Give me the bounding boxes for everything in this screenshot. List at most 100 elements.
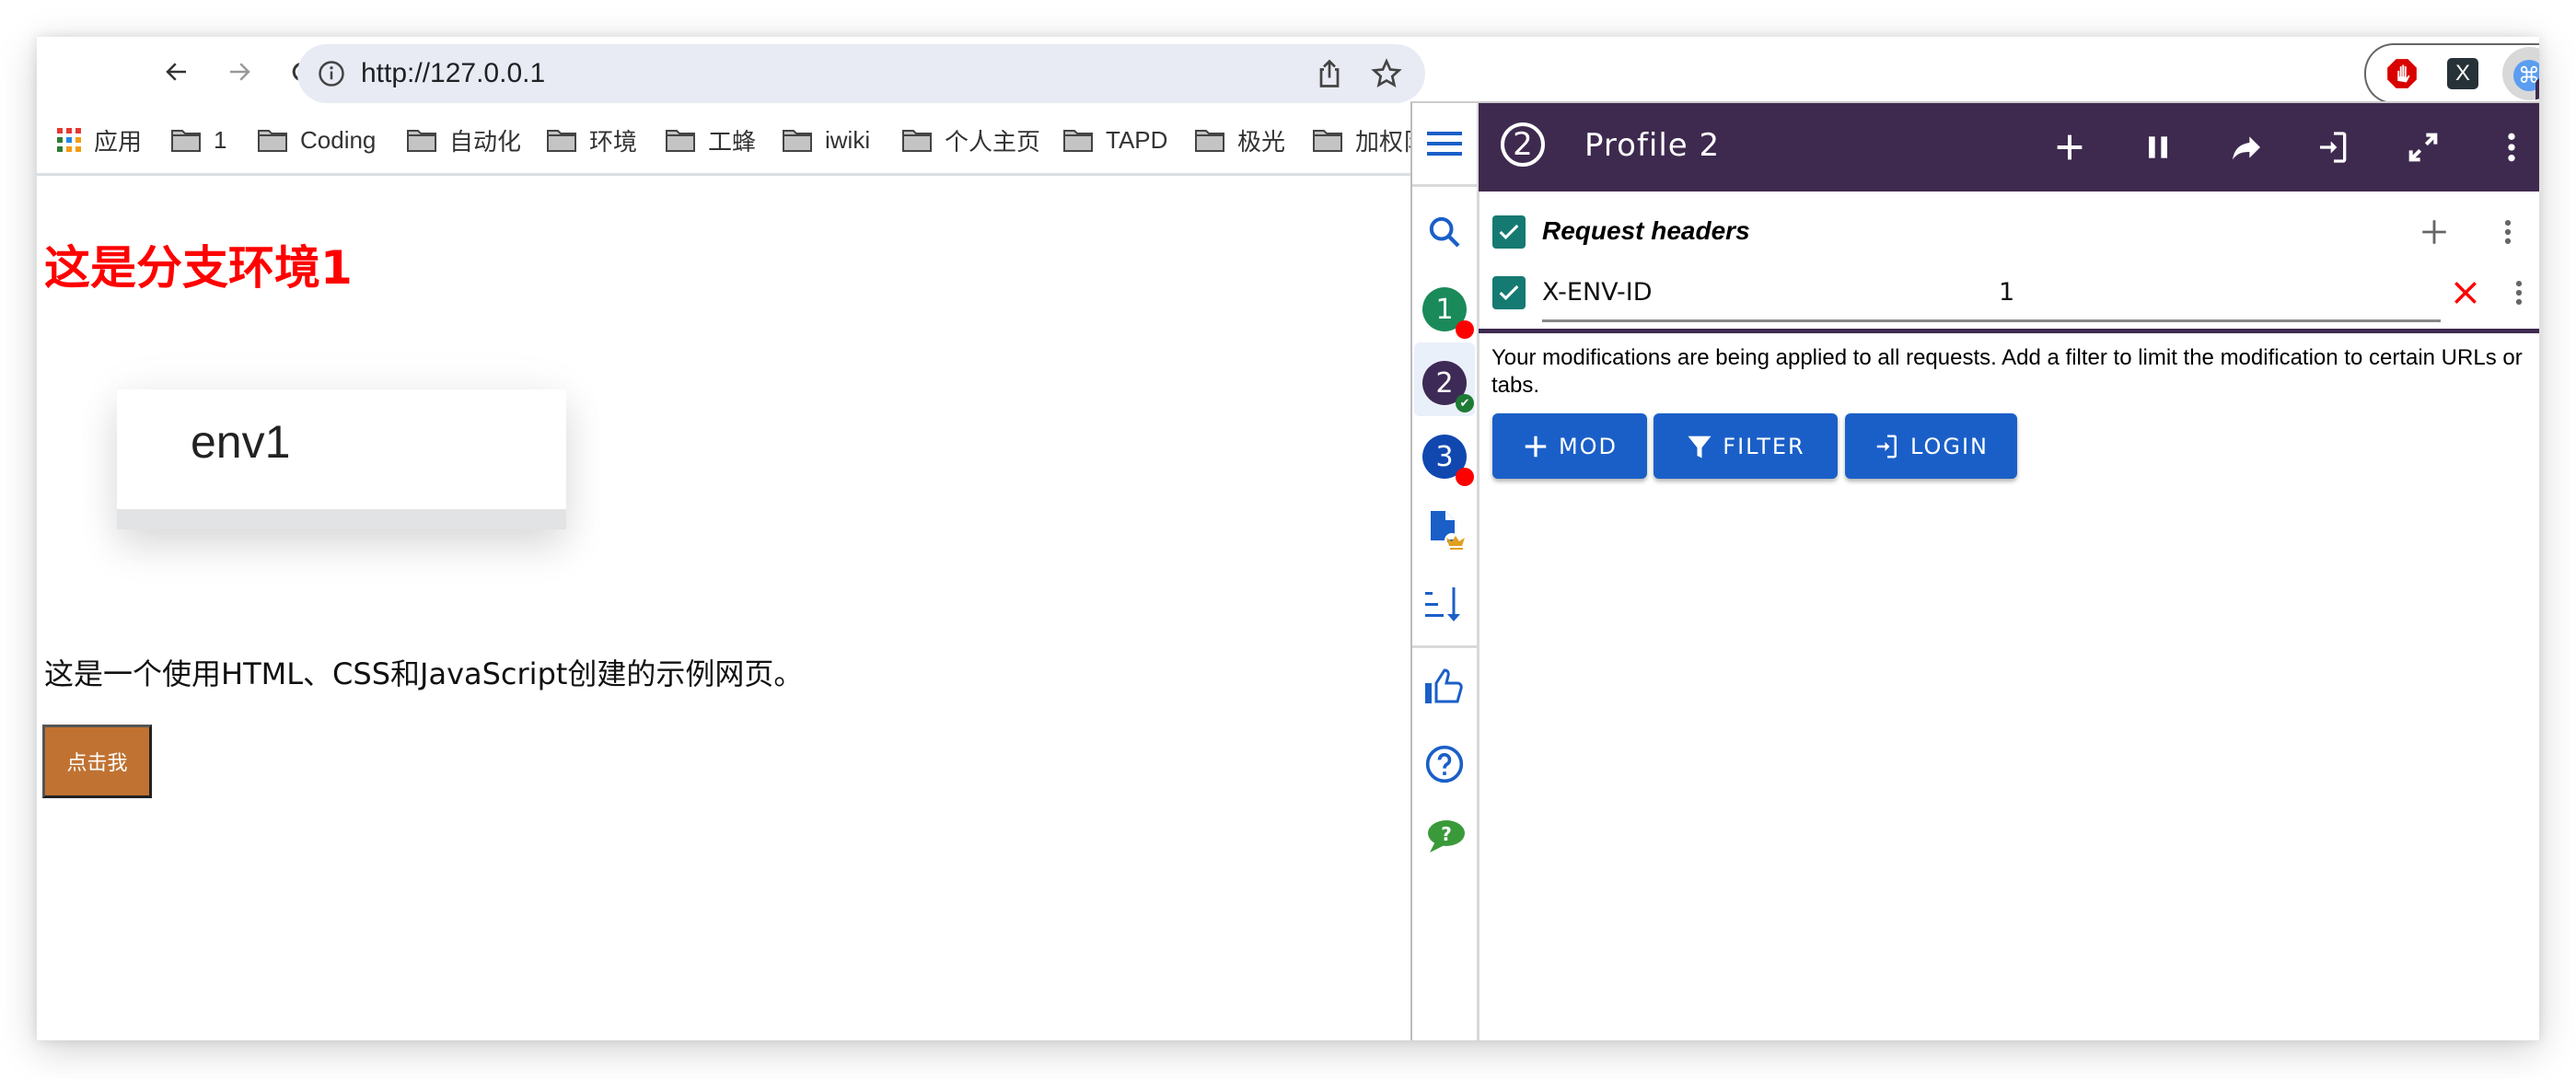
folder-icon: [902, 130, 932, 152]
login-icon: [1876, 435, 1897, 458]
sidebar-profile-1[interactable]: 1: [1412, 284, 1477, 339]
add-modifier-button[interactable]: [2049, 127, 2090, 168]
hamburger-icon: [1427, 132, 1462, 156]
header-value-input[interactable]: 1: [1999, 278, 2014, 307]
address-bar[interactable]: http://127.0.0.1: [297, 44, 1425, 103]
svg-text:?: ?: [1441, 823, 1452, 845]
add-mod-button[interactable]: MOD: [1492, 413, 1647, 479]
profile-title[interactable]: Profile 2: [1584, 127, 1720, 164]
help-button[interactable]: [1412, 738, 1477, 790]
env-card: env1: [117, 389, 566, 529]
feedback-button[interactable]: ?: [1412, 810, 1477, 862]
folder-icon: [258, 130, 287, 152]
share-arrow-icon: [2233, 136, 2260, 160]
folder-icon: [666, 130, 695, 152]
section-menu-button[interactable]: [2489, 214, 2526, 250]
bookmark-folder[interactable]: 个人主页: [902, 123, 1040, 157]
adblock-stop-icon[interactable]: [2385, 56, 2419, 91]
modheader-extension-icon[interactable]: ⌘: [2502, 47, 2539, 100]
add-header-button[interactable]: [2416, 214, 2453, 250]
inactive-status-dot: [1456, 320, 1474, 339]
pause-button[interactable]: [2138, 127, 2178, 168]
info-icon[interactable]: [318, 60, 345, 87]
section-title: Request headers: [1542, 216, 1750, 245]
sort-button[interactable]: [1412, 580, 1477, 632]
bookmark-folder[interactable]: TAPD: [1063, 123, 1167, 157]
filter-notice: Your modifications are being applied to …: [1491, 345, 2523, 398]
bookmark-folder[interactable]: iwiki: [783, 123, 870, 157]
folder-icon: [1063, 130, 1093, 152]
url-text[interactable]: http://127.0.0.1: [361, 56, 545, 91]
thumbs-up-icon: [1425, 668, 1463, 703]
x-extension-icon[interactable]: X: [2447, 58, 2478, 89]
folder-icon: [171, 130, 201, 152]
plus-icon: [1525, 435, 1547, 457]
profile-avatar: 3: [1422, 435, 1474, 486]
sidebar-divider: [1412, 184, 1477, 187]
bookmark-folder[interactable]: 自动化: [407, 123, 521, 157]
menu-button[interactable]: [1412, 122, 1477, 166]
sidebar-profile-3[interactable]: 3: [1412, 431, 1477, 486]
plus-icon: [2422, 220, 2446, 244]
click-me-button[interactable]: 点击我: [42, 725, 152, 798]
back-icon: [166, 63, 186, 81]
folder-icon: [547, 130, 576, 152]
pause-icon: [2149, 136, 2167, 158]
header-name-input[interactable]: X-ENV-ID: [1542, 278, 1653, 307]
bookmark-apps[interactable]: 应用: [57, 123, 142, 157]
bookmark-folder[interactable]: 1: [171, 123, 226, 157]
add-filter-button[interactable]: FILTER: [1654, 413, 1838, 479]
forward-icon: [230, 63, 250, 81]
bookmark-folder[interactable]: 极光: [1195, 123, 1285, 157]
close-icon: [2454, 282, 2477, 304]
bookmark-star-icon[interactable]: [1370, 57, 1403, 90]
request-headers-checkbox[interactable]: [1492, 215, 1526, 249]
kebab-menu-icon: [2515, 280, 2523, 306]
active-check-icon: ✔: [1456, 394, 1474, 412]
expand-button[interactable]: [2403, 127, 2443, 168]
folder-icon: [1195, 130, 1224, 152]
delete-header-button[interactable]: [2447, 274, 2484, 311]
page-heading: 这是分支环境1: [44, 241, 353, 295]
back-button[interactable]: [160, 55, 193, 88]
kebab-menu-icon: [2508, 133, 2515, 162]
help-icon: [1425, 745, 1464, 783]
filter-icon: [1688, 435, 1712, 458]
bookmark-folder[interactable]: Coding: [258, 123, 376, 157]
search-button[interactable]: [1412, 210, 1477, 254]
extension-panel: 1 2 ✔ 3 ? 2 Profile 2 Request headers X-…: [1410, 101, 2539, 1040]
folder-icon: [783, 130, 812, 152]
browser-window: http://127.0.0.1 X ⌘ 应用 1 Coding 自动化 环境 …: [37, 37, 2539, 1040]
web-page: 这是分支环境1 env1 这是一个使用HTML、CSS和JavaScript创建…: [37, 176, 1410, 1040]
header-row-menu-button[interactable]: [2501, 274, 2537, 311]
plus-icon: [2057, 134, 2083, 160]
kebab-menu-icon: [2504, 219, 2512, 245]
checkmark-icon: [1499, 284, 1519, 300]
share-profile-button[interactable]: [2226, 127, 2267, 168]
bookmark-folder[interactable]: 环境: [547, 123, 637, 157]
sidebar-profile-2[interactable]: 2 ✔: [1412, 357, 1477, 412]
search-icon: [1429, 216, 1460, 248]
import-file-button[interactable]: [1412, 505, 1477, 556]
file-import-icon: [1431, 511, 1465, 550]
inactive-status-dot: [1456, 468, 1474, 486]
profile-avatar: 2 ✔: [1422, 361, 1474, 412]
browser-toolbar: http://127.0.0.1 X ⌘: [37, 37, 2539, 107]
login-icon: [2320, 132, 2347, 163]
env-label: env1: [191, 416, 291, 468]
profile-avatar: 1: [1422, 287, 1474, 339]
forward-button[interactable]: [223, 55, 256, 88]
extension-sidebar: 1 2 ✔ 3 ?: [1412, 103, 1479, 1040]
section-divider: [1479, 329, 2539, 333]
more-options-button[interactable]: [2491, 127, 2532, 168]
login-action-button[interactable]: LOGIN: [1845, 413, 2017, 479]
profile-number-badge: 2: [1501, 122, 1545, 167]
sidebar-divider: [1412, 645, 1477, 648]
bookmark-folder[interactable]: 工蜂: [666, 123, 756, 157]
apps-icon: [57, 128, 81, 152]
header-row-checkbox[interactable]: [1492, 276, 1526, 309]
rate-button[interactable]: [1412, 661, 1477, 713]
share-icon[interactable]: [1313, 57, 1346, 90]
login-button[interactable]: [2314, 127, 2354, 168]
input-underline: [1542, 319, 2441, 322]
